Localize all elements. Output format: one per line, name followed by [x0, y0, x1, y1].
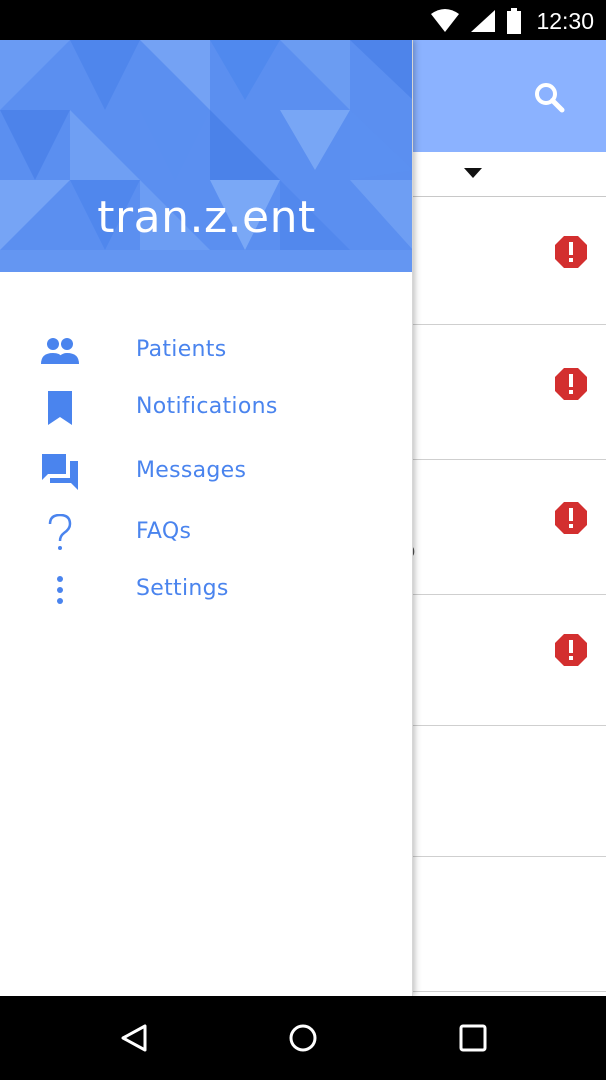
search-button[interactable]	[528, 76, 572, 120]
navigation-drawer: tran.z.ent Patients Notifications Messag…	[0, 40, 413, 996]
menu-label: Settings	[136, 576, 229, 601]
menu-item-faqs[interactable]: FAQs	[0, 507, 412, 559]
alert-icon	[555, 634, 587, 666]
app-brand: tran.z.ent	[97, 192, 316, 243]
menu-item-messages[interactable]: Messages	[0, 446, 412, 498]
help-icon	[38, 513, 82, 553]
recents-square-icon	[459, 1024, 487, 1052]
menu-item-settings[interactable]: Settings	[0, 564, 412, 616]
back-button[interactable]	[112, 1016, 156, 1060]
menu-item-notifications[interactable]: Notifications	[0, 382, 412, 434]
menu-label: Notifications	[136, 394, 278, 419]
menu-label: Messages	[136, 458, 247, 483]
search-icon	[535, 83, 565, 113]
drawer-header: tran.z.ent	[0, 40, 412, 272]
back-triangle-icon	[121, 1024, 147, 1052]
status-icons: 12:30	[430, 6, 594, 36]
alert-icon	[555, 368, 587, 400]
wifi-icon	[431, 9, 460, 32]
battery-icon	[507, 8, 522, 34]
home-button[interactable]	[281, 1016, 325, 1060]
bookmark-icon	[38, 388, 82, 428]
status-bar: 12:30	[0, 0, 606, 40]
alert-icon	[555, 502, 587, 534]
system-nav-bar	[0, 996, 606, 1080]
recents-button[interactable]	[451, 1016, 495, 1060]
caret-down-icon	[464, 168, 482, 178]
people-icon	[38, 331, 82, 371]
alert-icon	[555, 236, 587, 268]
menu-item-patients[interactable]: Patients	[0, 325, 412, 377]
more-vert-icon	[38, 570, 82, 610]
menu-label: Patients	[136, 337, 227, 362]
signal-icon	[471, 10, 496, 32]
forum-icon	[38, 452, 82, 492]
status-time: 12:30	[536, 7, 594, 34]
home-circle-icon	[289, 1024, 317, 1052]
menu-label: FAQs	[136, 519, 192, 544]
